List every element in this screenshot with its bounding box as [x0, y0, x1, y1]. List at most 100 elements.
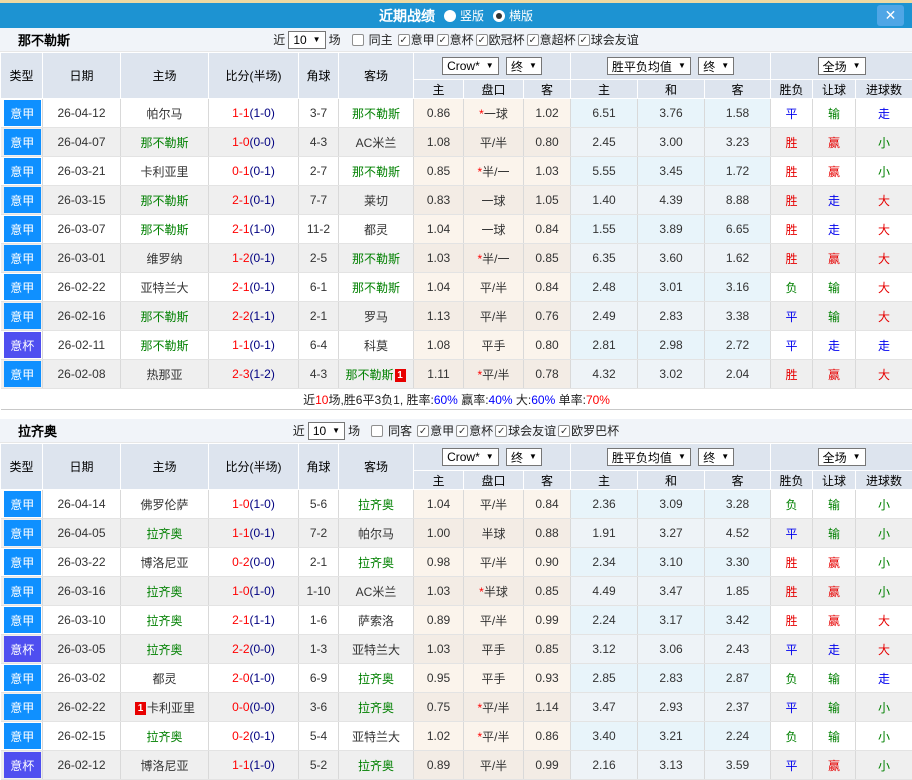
checkbox-checked-icon[interactable]: ✓: [476, 34, 488, 46]
away-team-name: 都灵: [364, 223, 388, 237]
league-filter[interactable]: ✓球会友谊: [578, 31, 639, 48]
avg-draw: 3.47: [638, 577, 705, 606]
checkbox-checked-icon[interactable]: ✓: [417, 425, 429, 437]
avg-home: 2.16: [571, 751, 638, 780]
league-type-cell: 意甲: [1, 577, 43, 606]
league-filter[interactable]: ✓意甲: [417, 422, 454, 439]
odds-home: 1.11: [414, 360, 464, 389]
league-type-cell: 意甲: [1, 360, 43, 389]
halftime-score: (0-1): [250, 193, 275, 207]
handicap-line: *平/半: [464, 360, 524, 389]
avg-home: 2.48: [571, 273, 638, 302]
odds-company-select[interactable]: Crow* ▼: [442, 448, 499, 466]
chevron-down-icon: ▼: [529, 62, 537, 70]
match-row: 意甲26-03-07那不勒斯2-1(1-0)11-2都灵1.04一球0.841.…: [1, 215, 912, 244]
league-filter[interactable]: ✓欧罗巴杯: [558, 422, 619, 439]
away-team-name: AC米兰: [356, 585, 397, 599]
handicap-text: 平/半: [480, 759, 507, 773]
period-value: 全场: [823, 58, 847, 75]
result-goals: 大: [856, 215, 912, 244]
home-team-cell: 维罗纳: [121, 244, 209, 273]
league-filter[interactable]: ✓意甲: [398, 31, 435, 48]
checkbox-checked-icon[interactable]: ✓: [495, 425, 507, 437]
sub-header-avg-draw: 和: [638, 471, 705, 490]
match-count-select[interactable]: 10 ▼: [288, 31, 325, 49]
away-team-cell: 拉齐奥: [339, 548, 414, 577]
odds-time-select[interactable]: 终 ▼: [506, 448, 542, 466]
near-label: 近: [273, 31, 285, 48]
odds-away: 0.99: [524, 751, 571, 780]
avg-type-select[interactable]: 胜平负均值 ▼: [607, 57, 691, 75]
league-filter[interactable]: ✓意杯: [456, 422, 493, 439]
chevron-down-icon: ▼: [486, 453, 494, 461]
avg-draw: 3.10: [638, 548, 705, 577]
away-team-cell: 拉齐奥: [339, 751, 414, 780]
match-date: 26-04-07: [43, 128, 121, 157]
home-team-name: 那不勒斯: [140, 136, 188, 150]
halftime-score: (1-0): [250, 671, 275, 685]
corner-count: 2-1: [299, 548, 339, 577]
checkbox-checked-icon[interactable]: ✓: [437, 34, 449, 46]
home-team-cell: 拉齐奥: [121, 519, 209, 548]
odds-time-select[interactable]: 终 ▼: [506, 57, 542, 75]
away-team-name: 那不勒斯: [352, 107, 400, 121]
checkbox-checked-icon[interactable]: ✓: [398, 34, 410, 46]
league-filter[interactable]: ✓球会友谊: [495, 422, 556, 439]
score-cell: 1-1(1-0): [209, 99, 299, 128]
result-handicap: 赢: [813, 128, 856, 157]
match-date: 26-03-10: [43, 606, 121, 635]
match-count-select[interactable]: 10 ▼: [308, 422, 345, 440]
odds-away: 0.85: [524, 244, 571, 273]
league-filter[interactable]: ✓欧冠杯: [476, 31, 525, 48]
away-team-cell: 都灵: [339, 215, 414, 244]
result-handicap: 赢: [813, 606, 856, 635]
odds-home: 0.86: [414, 99, 464, 128]
fulltime-score: 0-2: [232, 555, 249, 569]
home-team-name: 拉齐奥: [146, 585, 182, 599]
away-team-cell: 莱切: [339, 186, 414, 215]
fulltime-score: 2-2: [232, 309, 249, 323]
odds-home: 1.04: [414, 490, 464, 519]
sub-header-odds-home: 主: [414, 80, 464, 99]
result-handicap: 输: [813, 519, 856, 548]
avg-time-select[interactable]: 终 ▼: [698, 57, 734, 75]
sub-header-avg-away: 客: [705, 471, 771, 490]
result-goals: 大: [856, 606, 912, 635]
avg-time-select[interactable]: 终 ▼: [698, 448, 734, 466]
sub-header-handicap-result: 让球: [813, 471, 856, 490]
match-date: 26-03-16: [43, 577, 121, 606]
checkbox-checked-icon[interactable]: ✓: [527, 34, 539, 46]
checkbox-checked-icon[interactable]: ✓: [578, 34, 590, 46]
checkbox-checked-icon[interactable]: ✓: [456, 425, 468, 437]
odds-home: 0.83: [414, 186, 464, 215]
period-select[interactable]: 全场 ▼: [818, 57, 866, 75]
result-handicap: 赢: [813, 751, 856, 780]
horizontal-layout-radio[interactable]: [493, 10, 505, 22]
checkbox-checked-icon[interactable]: ✓: [558, 425, 570, 437]
fulltime-score: 2-2: [232, 642, 249, 656]
league-filter[interactable]: ✓意超杯: [527, 31, 576, 48]
away-team-name: AC米兰: [356, 136, 397, 150]
avg-type-value: 胜平负均值: [612, 58, 672, 75]
away-team-cell: 帕尔马: [339, 519, 414, 548]
odds-company-select[interactable]: Crow* ▼: [442, 57, 499, 75]
corner-count: 2-5: [299, 244, 339, 273]
handicap-line: 平/半: [464, 128, 524, 157]
odds-away: 1.02: [524, 99, 571, 128]
avg-type-select[interactable]: 胜平负均值 ▼: [607, 448, 691, 466]
sub-header-handicap: 盘口: [464, 80, 524, 99]
same-venue-checkbox[interactable]: [352, 34, 364, 46]
league-filter[interactable]: ✓意杯: [437, 31, 474, 48]
match-date: 26-03-05: [43, 635, 121, 664]
close-icon[interactable]: ✕: [877, 5, 904, 26]
avg-home: 1.91: [571, 519, 638, 548]
away-team-cell: 拉齐奥: [339, 664, 414, 693]
vertical-layout-radio[interactable]: [444, 10, 456, 22]
summary-segment: 60%: [434, 393, 458, 407]
score-cell: 2-1(1-0): [209, 215, 299, 244]
odds-away: 0.99: [524, 606, 571, 635]
handicap-line: *半/一: [464, 244, 524, 273]
avg-home: 3.12: [571, 635, 638, 664]
period-select[interactable]: 全场 ▼: [818, 448, 866, 466]
same-venue-checkbox[interactable]: [371, 425, 383, 437]
